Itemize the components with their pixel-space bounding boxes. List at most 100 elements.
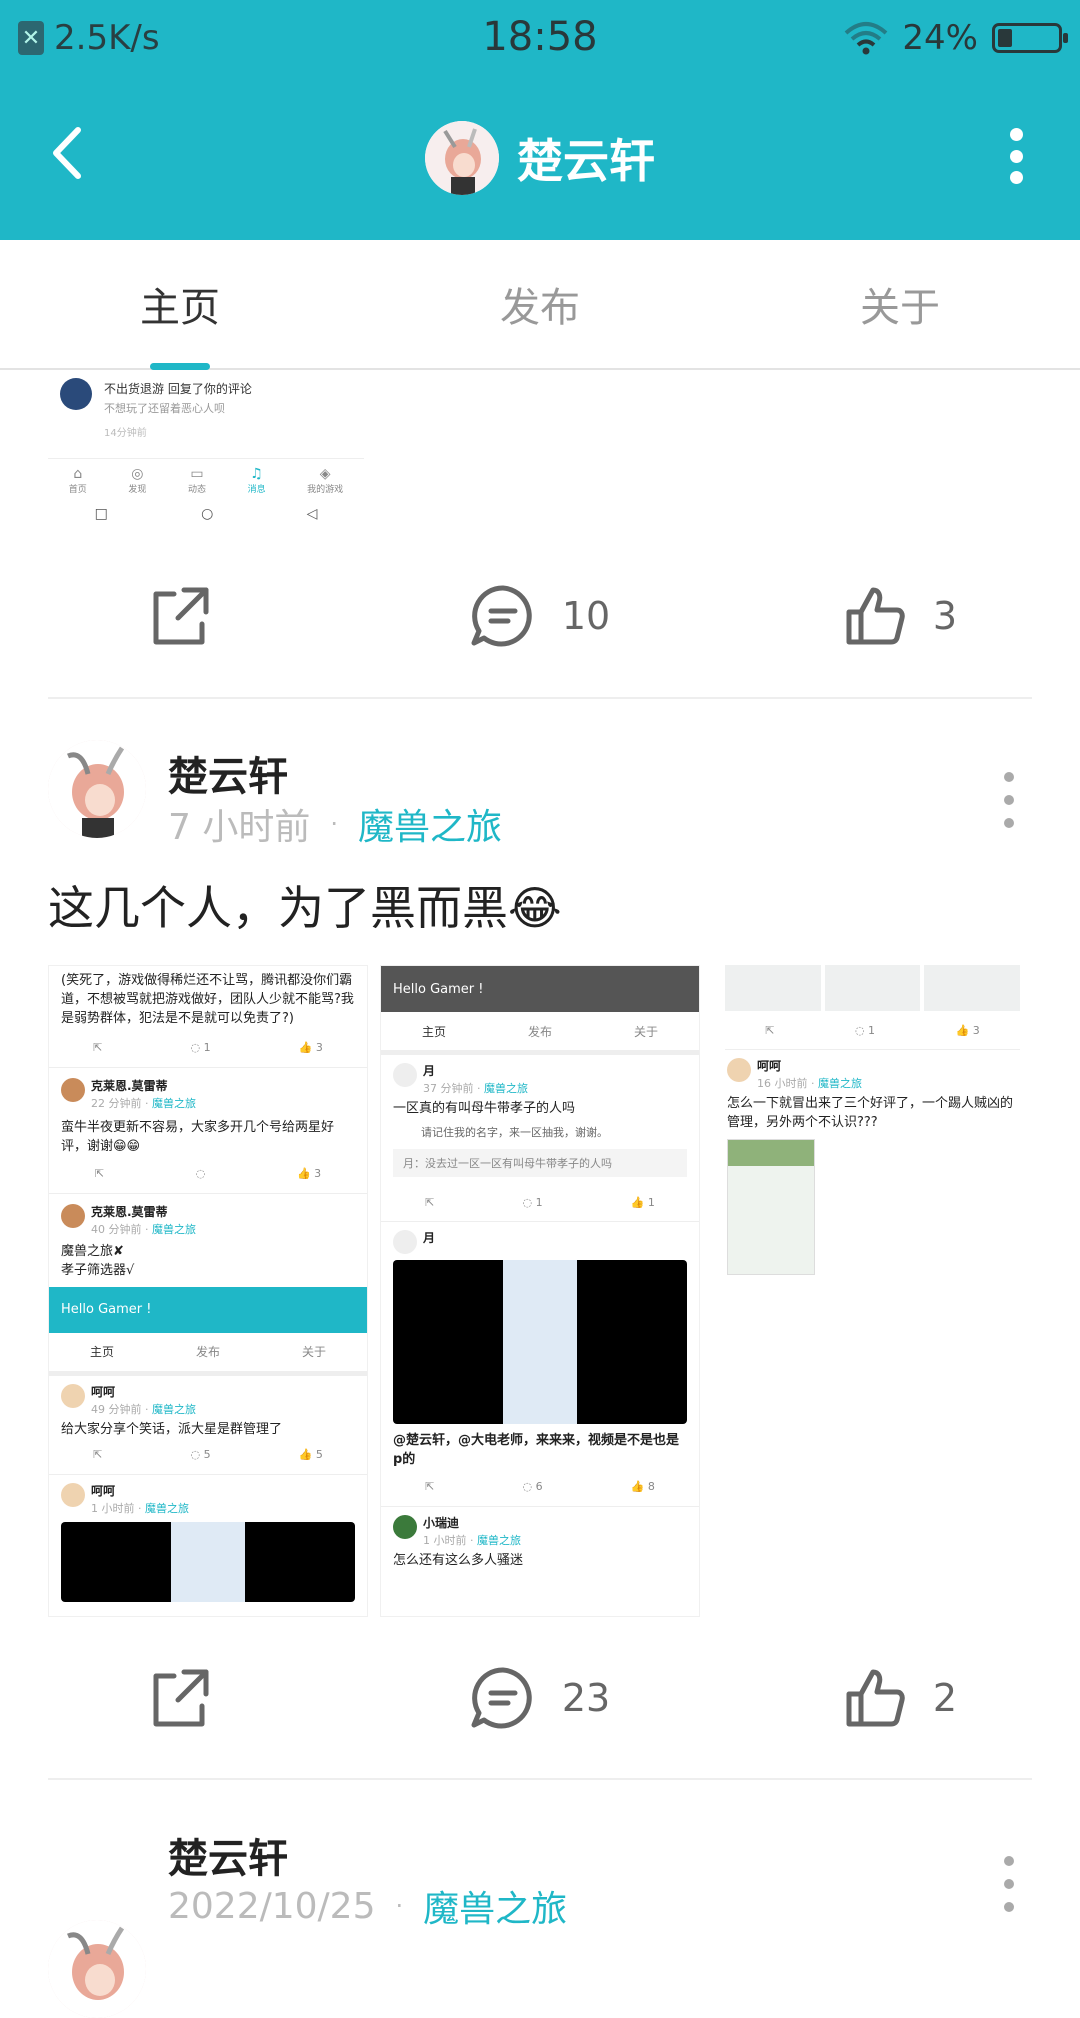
thumbs-up-icon: 👍 8: [630, 1480, 655, 1494]
dot-icon: [1004, 1879, 1014, 1889]
share-icon: ⇱: [93, 1448, 103, 1462]
share-button[interactable]: [0, 1638, 360, 1758]
image-meta: 16 小时前 · 魔兽之旅: [757, 1077, 862, 1091]
tab-bar: 主页 发布 关于: [0, 240, 1080, 370]
image-app-bar: Hello Gamer !: [381, 966, 699, 1012]
notification-body: 不想玩了还留着恶心人呗: [104, 402, 225, 415]
video-frame: [171, 1522, 245, 1603]
avatar[interactable]: [48, 1920, 146, 2018]
image-text: 怎么一下就冒出来了三个好评了，一个踢人贼凶的管理，另外两个不认识???: [727, 1096, 1014, 1131]
image-author: 呵呵: [757, 1059, 782, 1073]
image-post-header: 呵呵 1 小时前 · 魔兽之旅: [49, 1481, 367, 1518]
header-profile: 楚云轩: [0, 118, 1080, 198]
circle-icon: ○: [201, 506, 214, 522]
post-time: 2022/10/25: [168, 1885, 376, 1927]
image-post-header: 小瑞迪 1 小时前 · 魔兽之旅: [381, 1513, 699, 1550]
avatar: [61, 1482, 85, 1507]
post-image-3[interactable]: ⇱ ◌ 1 👍 3 呵呵 16 小时前 · 魔兽之旅 怎么一下就冒出来了三个好评…: [725, 965, 1020, 1285]
divider: [49, 1066, 367, 1068]
comment-button[interactable]: 10: [360, 556, 720, 676]
post-image-2[interactable]: Hello Gamer ! 主页 发布 关于 月 37 分钟前 · 魔兽之旅 一…: [380, 965, 700, 1617]
dot-icon: [1004, 1902, 1014, 1912]
gamepad-icon: ◈: [319, 466, 331, 482]
tab-home[interactable]: 主页: [0, 240, 360, 368]
post-time: 7 小时前: [168, 807, 311, 848]
image-tab: 发布: [195, 1345, 220, 1360]
meta-separator-icon: ·: [395, 1892, 404, 1920]
image-text: 孝子筛选器√: [61, 1262, 135, 1278]
tab-about[interactable]: 关于: [720, 240, 1080, 368]
avatar: [393, 1514, 417, 1539]
more-options-button[interactable]: [1004, 128, 1028, 184]
post-more-button[interactable]: [1002, 772, 1016, 828]
image-author: 月: [423, 1064, 436, 1078]
image-text: 一区真的有叫母牛带孝子的人吗: [393, 1101, 576, 1117]
dot-icon: [1004, 795, 1014, 805]
like-button[interactable]: 2: [720, 1638, 1080, 1758]
post-more-button[interactable]: [1002, 1856, 1016, 1912]
image-tabs: 主页 发布 关于: [381, 1012, 699, 1055]
thumb: [924, 965, 1020, 1011]
image-text: 怎么还有这么多人骚迷: [393, 1553, 524, 1569]
avatar: [393, 1230, 417, 1255]
image-author: 克莱恩.莫雷蒂: [91, 1078, 168, 1093]
divider: [49, 1192, 367, 1194]
divider: [381, 1505, 699, 1507]
thumbs-up-icon: 👍 3: [955, 1023, 980, 1037]
thumbs-up-icon: 👍 3: [296, 1167, 322, 1181]
divider: [49, 1473, 367, 1475]
image-tab: 主页: [89, 1345, 114, 1360]
avatar: [61, 1077, 85, 1102]
image-meta: 40 分钟前 · 魔兽之旅: [91, 1223, 196, 1236]
avatar: [61, 1203, 85, 1228]
image-author: 月: [423, 1231, 436, 1246]
comment-icon: ◌: [195, 1167, 206, 1181]
mini-system-nav: □ ○ ◁: [48, 506, 364, 522]
post-image-1[interactable]: (笑死了，游戏做得稀烂还不让骂，腾讯都没你们霸道，不想被骂就把游戏做好，团队人少…: [48, 965, 368, 1617]
image-author: 呵呵: [91, 1483, 116, 1498]
share-button[interactable]: [0, 556, 360, 676]
dot-icon: [1004, 1856, 1014, 1866]
post-image-crop[interactable]: 不出货退游 回复了你的评论 不想玩了还留着恶心人呗 14分钟前 ⌂ 首页 ◎ 发现 …: [48, 370, 364, 535]
avatar[interactable]: [425, 121, 499, 195]
dot-icon: [1004, 818, 1014, 828]
mini-nav-discover: ◎ 发现: [128, 466, 147, 495]
thumb: [725, 965, 821, 1011]
thumbs-up-icon: 👍 1: [630, 1195, 655, 1209]
quoted-note: 月：没去过一区一区有叫母牛带孝子的人吗: [393, 1149, 687, 1178]
avatar[interactable]: [48, 740, 146, 838]
notification-title: 不出货退游 回复了你的评论: [104, 382, 252, 396]
avatar: [60, 378, 92, 410]
image-thumbs: [725, 965, 1020, 1011]
image-action-row: ⇱ ◌ 1 👍 1: [381, 1189, 699, 1215]
image-tab: 主页: [421, 1024, 446, 1039]
like-count: 3: [932, 594, 958, 638]
divider: [725, 1049, 1020, 1050]
like-button[interactable]: 3: [720, 556, 1080, 676]
post-actions: 23 2: [0, 1638, 1080, 1758]
share-icon: ⇱: [94, 1167, 105, 1181]
mini-nav-feed: ▭ 动态: [187, 466, 206, 495]
video-frame: [503, 1260, 577, 1425]
image-action-row: ⇱ ◌ 6 👍 8: [381, 1474, 699, 1500]
post-author[interactable]: 楚云轩: [168, 1826, 288, 1884]
compass-icon: ◎: [131, 466, 144, 482]
post-text: 这几个人，为了黑而黑😂: [48, 881, 562, 935]
battery-icon: [992, 23, 1068, 53]
thumbs-up-icon: 👍 3: [298, 1041, 323, 1055]
image-author: 呵呵: [91, 1384, 116, 1399]
comment-count: 10: [561, 594, 611, 638]
image-tab: 关于: [301, 1345, 326, 1360]
tab-posts[interactable]: 发布: [360, 240, 720, 368]
post-meta: 2022/10/25 · 魔兽之旅: [168, 1880, 567, 1932]
image-action-row: ⇱ ◌ 1 👍 3: [49, 1035, 367, 1061]
thumbs-up-icon: [846, 1669, 905, 1727]
image-tab: 关于: [633, 1024, 658, 1039]
post-author[interactable]: 楚云轩: [168, 744, 288, 802]
game-link[interactable]: 魔兽之旅: [358, 798, 502, 850]
image-video-thumb: [393, 1260, 687, 1425]
notification-time: 14分钟前: [104, 428, 147, 439]
image-author: 克莱恩.莫雷蒂: [91, 1204, 168, 1219]
comment-button[interactable]: 23: [360, 1638, 720, 1758]
game-link[interactable]: 魔兽之旅: [423, 1880, 567, 1932]
